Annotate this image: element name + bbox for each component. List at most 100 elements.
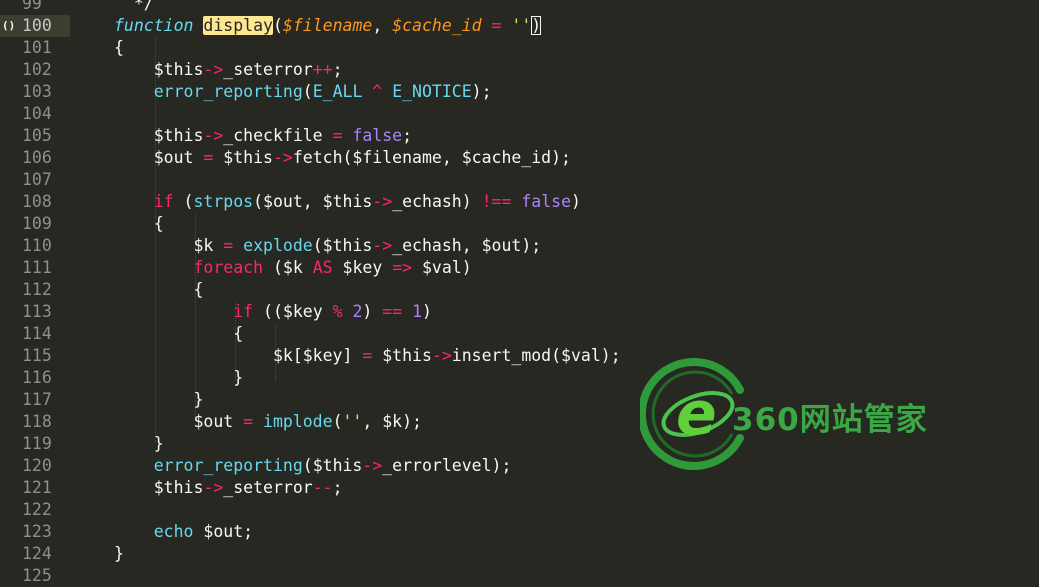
code-line[interactable]: { bbox=[114, 213, 164, 235]
code-line[interactable]: error_reporting(E_ALL ^ E_NOTICE); bbox=[114, 81, 492, 103]
code-token: $out; bbox=[193, 522, 254, 541]
search-highlight: display bbox=[203, 16, 273, 35]
code-line[interactable]: if (strpos($out, $this->_echash) !== fal… bbox=[114, 191, 581, 213]
line-number: 107 bbox=[0, 169, 76, 191]
code-token: = bbox=[481, 16, 512, 35]
code-token: 1 bbox=[412, 302, 423, 321]
line-number-label: 120 bbox=[22, 456, 52, 475]
line-number: 109 bbox=[0, 213, 76, 235]
line-number: 122 bbox=[0, 499, 76, 521]
code-line[interactable]: foreach ($k AS $key => $val) bbox=[114, 257, 472, 279]
code-line[interactable]: error_reporting($this->_errorlevel); bbox=[114, 455, 512, 477]
line-number: 110 bbox=[0, 235, 76, 257]
code-line[interactable]: if (($key % 2) == 1) bbox=[114, 301, 432, 323]
code-line[interactable]: $out = $this->fetch($filename, $cache_id… bbox=[114, 147, 571, 169]
watermark-text: 360网站管家 bbox=[732, 402, 928, 438]
code-token: false bbox=[352, 126, 403, 145]
line-number-label: 124 bbox=[22, 544, 52, 563]
code-token: -> bbox=[372, 236, 393, 255]
line-number: () 100 bbox=[0, 15, 70, 37]
code-token: ) bbox=[362, 302, 383, 321]
code-line[interactable]: $this->_checkfile = false; bbox=[114, 125, 412, 147]
code-line[interactable]: } bbox=[114, 543, 124, 565]
line-number-label: 101 bbox=[22, 38, 52, 57]
line-number-label: 106 bbox=[22, 148, 52, 167]
code-token: = bbox=[203, 148, 214, 167]
line-number-label: 105 bbox=[22, 126, 52, 145]
line-number: 120 bbox=[0, 455, 76, 477]
code-line[interactable]: $k = explode($this->_echash, $out); bbox=[114, 235, 541, 257]
code-token: _errorlevel); bbox=[382, 456, 512, 475]
line-number: 118 bbox=[0, 411, 76, 433]
line-number: 114 bbox=[0, 323, 76, 345]
code-editor[interactable]: 99() 100 101 102 103 104 105 106 107 108 109 110 111… bbox=[0, 0, 1039, 585]
line-number-label: 108 bbox=[22, 192, 52, 211]
code-token: '' bbox=[342, 412, 363, 431]
code-token: -> bbox=[431, 346, 452, 365]
code-token: ( bbox=[272, 16, 283, 35]
line-number: 123 bbox=[0, 521, 76, 543]
code-line[interactable]: } bbox=[114, 367, 243, 389]
code-token: ++ bbox=[312, 60, 333, 79]
code-token: ( bbox=[302, 82, 313, 101]
code-token: } bbox=[114, 390, 204, 409]
code-line[interactable]: echo $out; bbox=[114, 521, 253, 543]
code-token: % bbox=[332, 302, 343, 321]
code-token: AS bbox=[312, 258, 333, 277]
code-line[interactable]: } bbox=[114, 433, 164, 455]
code-token: -> bbox=[372, 192, 393, 211]
code-token: ) bbox=[571, 192, 581, 211]
code-line[interactable]: */ bbox=[114, 0, 154, 15]
code-line[interactable]: { bbox=[114, 279, 203, 301]
code-line[interactable]: function display($filename, $cache_id = … bbox=[114, 15, 542, 37]
fold-marker-icon[interactable]: () bbox=[2, 15, 15, 37]
code-token: = bbox=[362, 346, 373, 365]
line-number-label: 107 bbox=[22, 170, 52, 189]
code-token: = bbox=[223, 236, 234, 255]
line-number-label: 122 bbox=[22, 500, 52, 519]
line-number-label: 119 bbox=[22, 434, 52, 453]
code-token: } bbox=[114, 544, 124, 563]
code-line[interactable]: { bbox=[114, 37, 124, 59]
code-token: { bbox=[114, 324, 244, 343]
line-number-label: 111 bbox=[22, 258, 52, 277]
code-line[interactable]: $this->_seterror++; bbox=[114, 59, 343, 81]
line-number-label: 102 bbox=[22, 60, 52, 79]
code-token: } bbox=[114, 368, 244, 387]
code-line[interactable]: $k[$key] = $this->insert_mod($val); bbox=[114, 345, 621, 367]
line-number: 108 bbox=[0, 191, 76, 213]
code-token: (($key bbox=[253, 302, 333, 321]
code-line[interactable]: } bbox=[114, 389, 203, 411]
code-token: { bbox=[114, 38, 124, 57]
code-line[interactable]: $this->_seterror--; bbox=[114, 477, 343, 499]
line-number-label: 125 bbox=[22, 566, 52, 585]
code-token: insert_mod($val); bbox=[451, 346, 621, 365]
line-number-label: 109 bbox=[22, 214, 52, 233]
line-number-label: 113 bbox=[22, 302, 52, 321]
code-token: -- bbox=[312, 478, 333, 497]
line-number-label: 115 bbox=[22, 346, 52, 365]
code-line[interactable]: $out = implode('', $k); bbox=[114, 411, 422, 433]
code-token: if bbox=[233, 302, 254, 321]
code-area[interactable]: */ function display($filename, $cache_id … bbox=[76, 0, 1039, 572]
code-token: fetch($filename, $cache_id); bbox=[292, 148, 571, 167]
code-line[interactable]: { bbox=[114, 323, 243, 345]
code-token: = bbox=[243, 412, 254, 431]
line-number-label: 104 bbox=[22, 104, 52, 123]
line-number: 119 bbox=[0, 433, 76, 455]
code-token: 2 bbox=[352, 302, 363, 321]
code-token: $val) bbox=[412, 258, 472, 277]
code-token: ( bbox=[173, 192, 194, 211]
code-token: $this bbox=[114, 126, 204, 145]
code-token: foreach bbox=[193, 258, 264, 277]
line-number: 99 bbox=[0, 0, 76, 15]
code-token: $key bbox=[332, 258, 393, 277]
code-token: => bbox=[392, 258, 413, 277]
code-token: if bbox=[153, 192, 174, 211]
